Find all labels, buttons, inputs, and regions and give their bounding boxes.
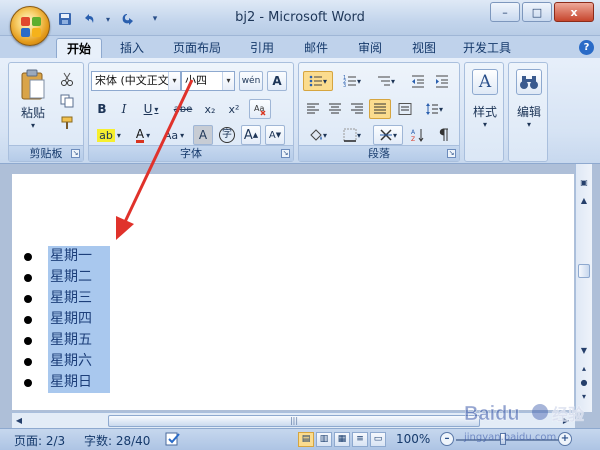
- baidu-watermark: Baidu 经验 jingyan.baidu.com: [460, 394, 600, 450]
- office-button[interactable]: [10, 6, 50, 46]
- full-screen-reading-icon[interactable]: ▥: [316, 432, 332, 447]
- watermark-brand: Baidu: [464, 403, 520, 425]
- zoom-level[interactable]: 100%: [396, 432, 430, 446]
- zoom-out-icon[interactable]: –: [440, 432, 454, 446]
- draft-view-icon[interactable]: ▭: [370, 432, 386, 447]
- word-count[interactable]: 字数: 28/40: [84, 432, 150, 449]
- watermark-suffix: 经验: [552, 405, 585, 424]
- annotation-arrow: [116, 79, 194, 240]
- office-logo-icon: [21, 17, 30, 26]
- web-layout-icon[interactable]: ▦: [334, 432, 350, 447]
- outline-view-icon[interactable]: ≡: [352, 432, 368, 447]
- proofing-icon[interactable]: [164, 431, 182, 450]
- paw-icon: [532, 404, 548, 420]
- page-count[interactable]: 页面: 2/3: [14, 432, 65, 449]
- watermark-url: jingyan.baidu.com: [463, 432, 556, 443]
- print-layout-icon[interactable]: ▤: [298, 432, 314, 447]
